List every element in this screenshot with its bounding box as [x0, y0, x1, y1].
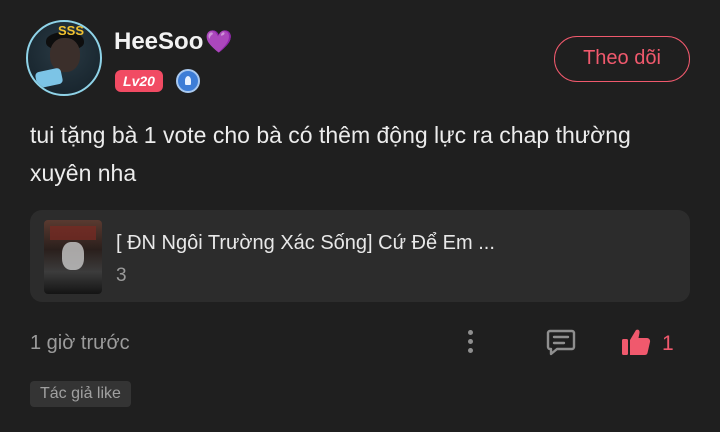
heart-emoji: 💜	[205, 29, 233, 54]
user-avatar[interactable]: SSS	[26, 20, 102, 96]
story-title: [ ĐN Ngôi Trường Xác Sống] Cứ Để Em ...	[116, 232, 495, 254]
like-icon[interactable]	[620, 326, 652, 358]
username-text: HeeSoo	[114, 28, 204, 55]
comment-text: tui tặng bà 1 vote cho bà có thêm động l…	[30, 122, 631, 186]
like-count: 1	[662, 332, 674, 355]
medal-icon	[176, 69, 200, 93]
avatar-decoration	[34, 67, 64, 89]
follow-button[interactable]: Theo dõi	[554, 36, 690, 82]
avatar-sticker: SSS	[58, 23, 85, 38]
reply-icon[interactable]	[546, 328, 576, 356]
story-chapter: 3	[116, 265, 127, 286]
more-vertical-icon[interactable]	[466, 330, 474, 356]
avatar-face	[50, 38, 80, 72]
author-like-tag: Tác giả like	[30, 381, 131, 407]
username[interactable]: HeeSoo💜	[114, 28, 233, 56]
story-card[interactable]: [ ĐN Ngôi Trường Xác Sống] Cứ Để Em ... …	[30, 210, 690, 302]
level-badge: Lv20	[115, 70, 163, 92]
story-cover-image	[44, 220, 102, 294]
timestamp: 1 giờ trước	[30, 332, 130, 354]
